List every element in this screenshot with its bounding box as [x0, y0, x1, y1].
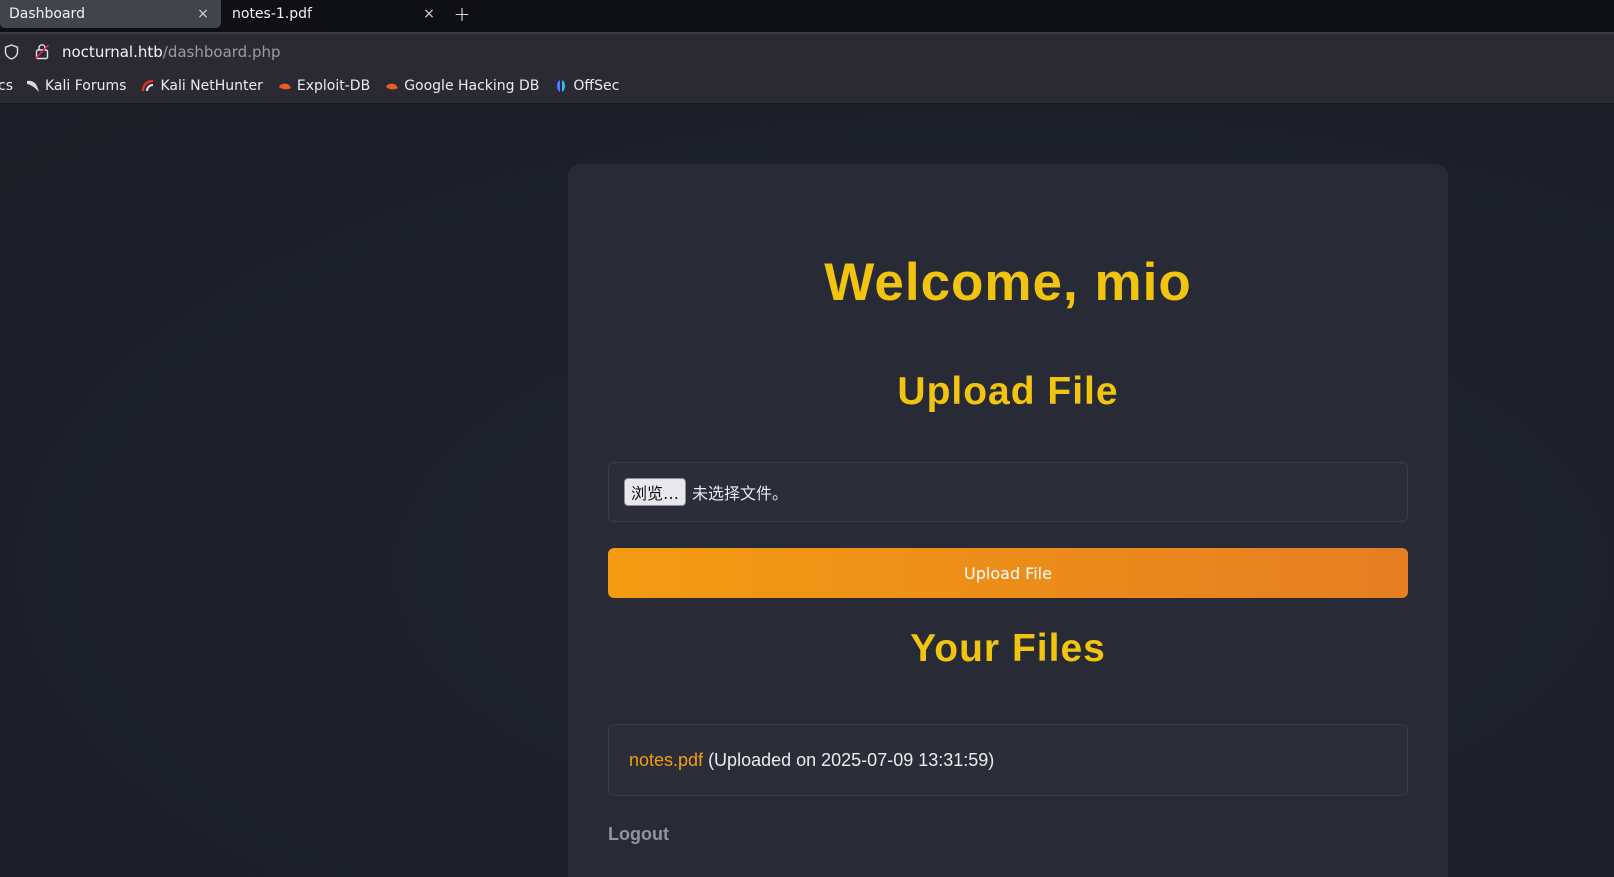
- upload-file-button[interactable]: Upload File: [608, 548, 1408, 598]
- bookmark-kali-forums[interactable]: Kali Forums: [25, 78, 126, 94]
- bookmark-label: OffSec: [573, 78, 620, 94]
- tab-dashboard[interactable]: Dashboard ×: [0, 0, 221, 28]
- file-input[interactable]: 浏览… 未选择文件。: [608, 462, 1408, 522]
- bookmarks-bar: cs Kali Forums Kali NetHunter Exploit-DB…: [0, 69, 1614, 104]
- url-path: /dashboard.php: [162, 42, 281, 61]
- exploit-db-icon: [277, 78, 293, 94]
- bookmark-label: Kali NetHunter: [160, 78, 263, 94]
- tab-title: notes-1.pdf: [232, 6, 312, 22]
- bookmark-label: cs: [0, 78, 13, 94]
- tab-notes-pdf[interactable]: notes-1.pdf ×: [223, 0, 447, 28]
- close-icon[interactable]: ×: [421, 6, 437, 22]
- url-bar[interactable]: nocturnal.htb/dashboard.php: [0, 34, 281, 69]
- new-tab-button[interactable]: +: [447, 0, 477, 28]
- bookmark-truncated[interactable]: cs: [0, 78, 13, 94]
- tab-strip: Dashboard × notes-1.pdf × +: [0, 0, 1614, 34]
- kali-dragon-icon: [25, 78, 41, 94]
- bookmark-google-hacking-db[interactable]: Google Hacking DB: [384, 78, 539, 94]
- your-files-heading: Your Files: [910, 627, 1106, 670]
- bookmark-exploit-db[interactable]: Exploit-DB: [277, 78, 370, 94]
- upload-heading: Upload File: [897, 370, 1119, 413]
- bookmark-kali-nethunter[interactable]: Kali NetHunter: [140, 78, 263, 94]
- navigation-bar: nocturnal.htb/dashboard.php: [0, 34, 1614, 69]
- logout-link[interactable]: Logout: [608, 824, 669, 845]
- url-host: nocturnal.htb: [62, 42, 163, 61]
- bookmark-label: Exploit-DB: [296, 78, 371, 94]
- bookmark-label: Kali Forums: [45, 78, 127, 94]
- bookmark-offsec[interactable]: OffSec: [553, 78, 619, 94]
- page-viewport: Welcome, mio Upload File 浏览… 未选择文件。 Uplo…: [0, 104, 1614, 877]
- tab-title: Dashboard: [9, 6, 85, 22]
- insecure-lock-icon[interactable]: [34, 43, 52, 61]
- no-file-selected-text: 未选择文件。: [692, 484, 789, 503]
- nethunter-icon: [140, 78, 156, 94]
- shield-icon[interactable]: [4, 43, 22, 61]
- offsec-icon: [553, 78, 569, 94]
- file-upload-meta: (Uploaded on 2025-07-09 13:31:59): [708, 749, 995, 770]
- file-link[interactable]: notes.pdf: [629, 750, 703, 771]
- ghdb-icon: [384, 78, 400, 94]
- welcome-heading: Welcome, mio: [824, 253, 1192, 312]
- file-list-item: notes.pdf (Uploaded on 2025-07-09 13:31:…: [608, 724, 1408, 796]
- dashboard-card: Welcome, mio Upload File 浏览… 未选择文件。 Uplo…: [568, 164, 1448, 877]
- browse-button[interactable]: 浏览…: [624, 478, 687, 506]
- close-icon[interactable]: ×: [195, 6, 211, 22]
- bookmark-label: Google Hacking DB: [404, 78, 540, 94]
